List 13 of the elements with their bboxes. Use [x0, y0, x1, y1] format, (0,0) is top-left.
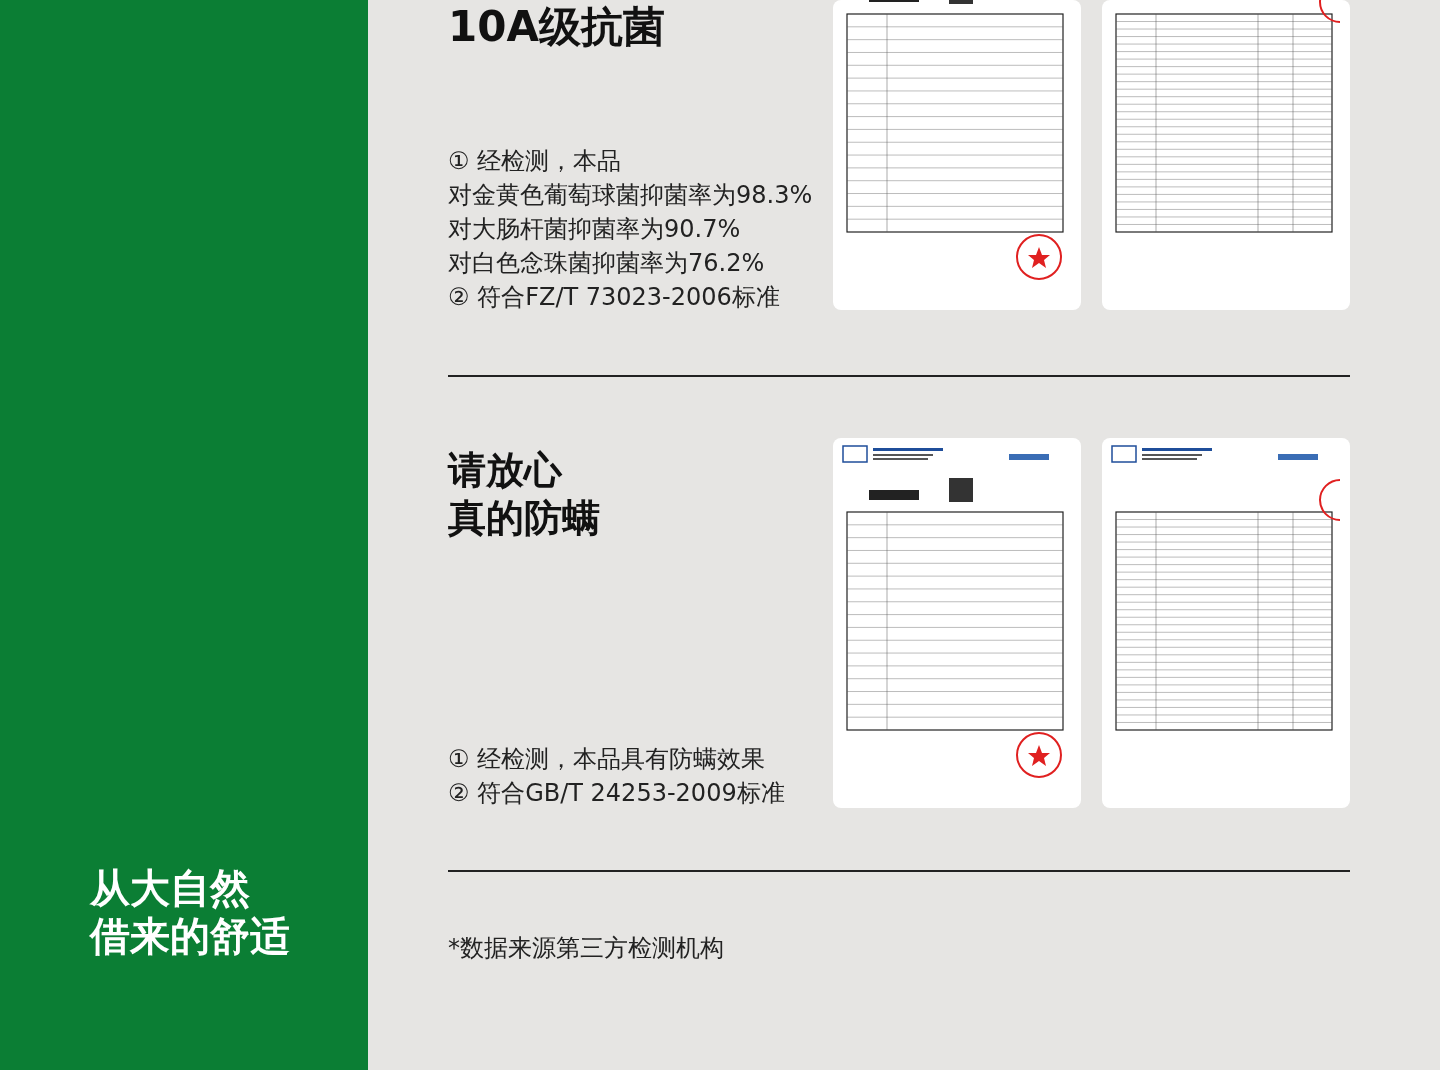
section-title: 10A级抗菌 — [448, 2, 666, 52]
feature-text: 对白色念珠菌抑菌率为76.2% — [448, 248, 766, 279]
feature-text: ② 符合FZ/T 73023-2006标准 — [448, 282, 781, 313]
feature-text: ① 经检测，本品具有防螨效果 — [448, 744, 767, 775]
feature-text: 对大肠杆菌抑菌率为90.7% — [448, 214, 742, 245]
feature-text: 对金黄色葡萄球菌抑菌率为98.3% — [448, 180, 813, 211]
feature-text: ① 经检测，本品 — [448, 146, 623, 177]
slogan-text: 从大自然 — [90, 864, 251, 912]
footnote-text: *数据来源第三方检测机构 — [448, 933, 725, 964]
section-title: 请放心 — [448, 447, 564, 494]
slogan-text: 借来的舒适 — [90, 912, 291, 960]
feature-text: ② 符合GB/T 24253-2009标准 — [448, 778, 785, 809]
section-title: 真的防螨 — [448, 495, 601, 542]
